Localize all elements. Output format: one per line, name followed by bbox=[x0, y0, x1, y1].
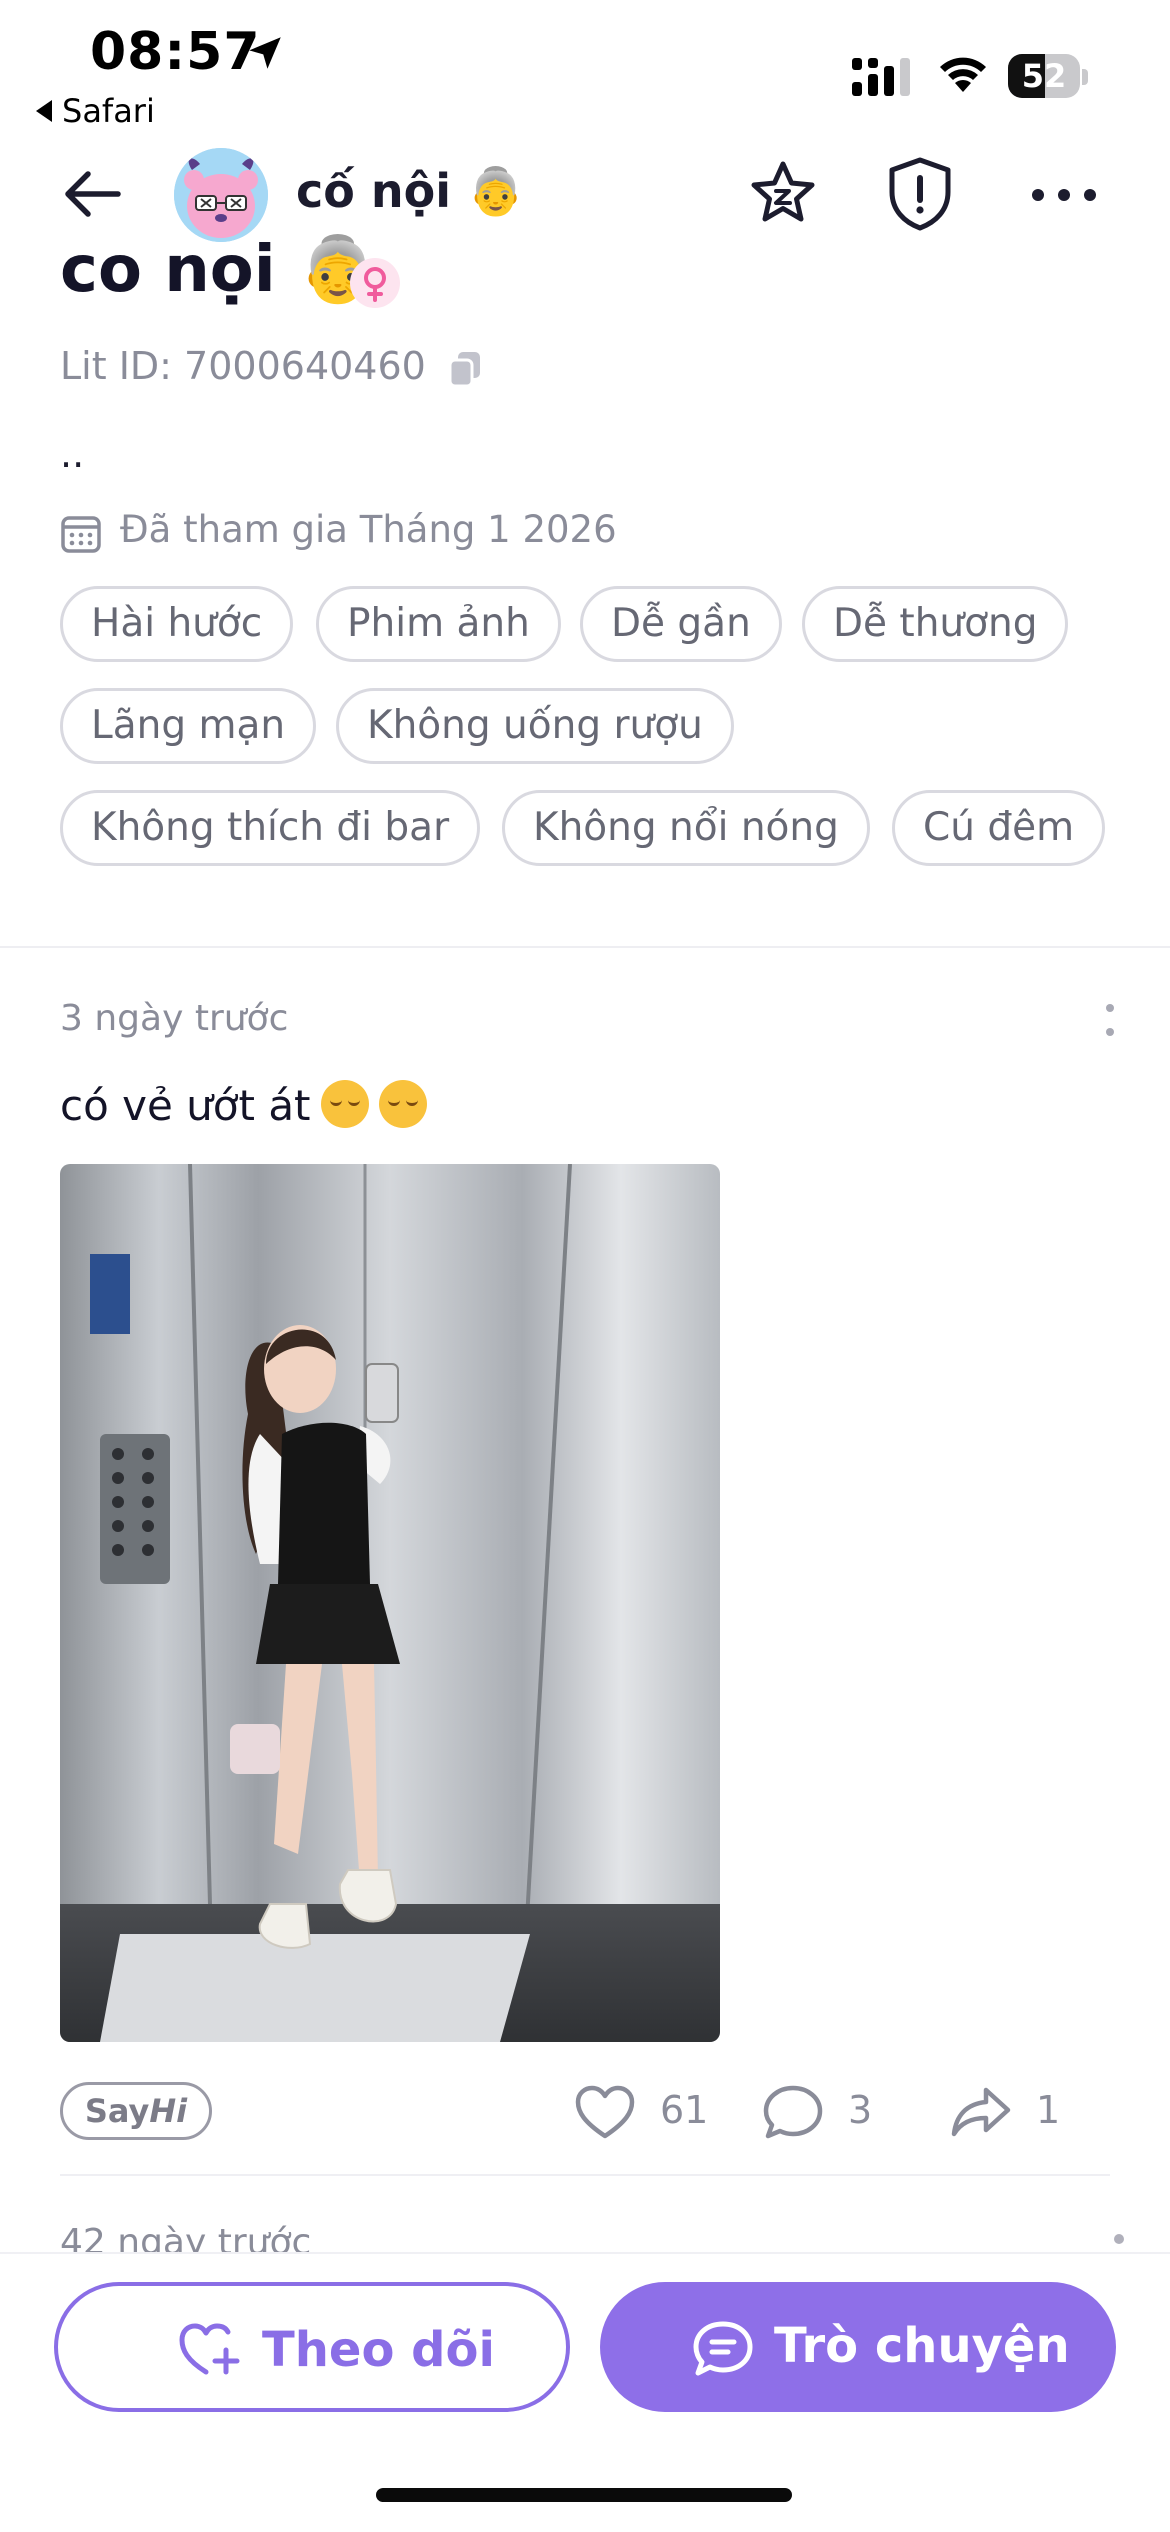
post-more-icon[interactable] bbox=[1100, 1000, 1120, 1040]
comment-button[interactable]: 3 bbox=[762, 2078, 882, 2144]
copy-icon[interactable] bbox=[448, 350, 482, 388]
say-hi-button[interactable]: SayHi bbox=[60, 2082, 212, 2140]
lit-id: Lit ID: 7000640460 bbox=[60, 344, 426, 388]
tag-chip: Cú đêm bbox=[892, 790, 1106, 866]
comment-bubble-icon bbox=[763, 2085, 823, 2139]
like-button[interactable]: 61 bbox=[574, 2078, 714, 2144]
favorite-star-icon[interactable] bbox=[746, 158, 820, 232]
home-indicator bbox=[376, 2488, 792, 2502]
back-app-label: Safari bbox=[62, 92, 155, 130]
relieved-face-icon bbox=[378, 1080, 427, 1128]
header-title: cố nội 👵 bbox=[296, 164, 525, 218]
post-divider bbox=[60, 2174, 1110, 2176]
share-button[interactable]: 1 bbox=[950, 2078, 1070, 2144]
post-timestamp: 3 ngày trước bbox=[60, 998, 289, 1039]
chat-bubble-icon bbox=[693, 2321, 753, 2376]
cellular-signal-icon bbox=[852, 58, 910, 96]
back-arrow-icon[interactable] bbox=[56, 158, 128, 230]
like-count: 61 bbox=[660, 2088, 709, 2132]
tag-chip: Không thích đi bar bbox=[60, 790, 481, 866]
tag-chip: Không nổi nóng bbox=[502, 790, 870, 866]
say-hi-hi: Hi bbox=[149, 2092, 188, 2130]
tag-chip: Dễ thương bbox=[802, 586, 1069, 662]
profile-name: co nọi 👵 bbox=[60, 233, 378, 307]
post-photo[interactable] bbox=[60, 1164, 720, 2042]
share-arrow-icon bbox=[951, 2087, 1011, 2137]
location-arrow-icon bbox=[249, 37, 281, 69]
tag-chip: Phim ảnh bbox=[316, 586, 561, 662]
back-to-safari[interactable]: Safari bbox=[36, 92, 155, 130]
back-triangle-icon bbox=[36, 100, 52, 122]
share-count: 1 bbox=[1036, 2088, 1061, 2132]
avatar[interactable] bbox=[174, 148, 268, 242]
female-gender-icon bbox=[350, 258, 400, 308]
tag-chip: Không uống rượu bbox=[336, 688, 734, 764]
post-caption: có vẻ ướt át bbox=[60, 1080, 427, 1130]
chat-label: Trò chuyện bbox=[774, 2318, 1070, 2374]
relieved-face-icon bbox=[320, 1080, 369, 1128]
tag-chip: Hài hước bbox=[60, 586, 294, 662]
follow-label: Theo dõi bbox=[262, 2322, 495, 2378]
profile-bio: .. bbox=[60, 432, 85, 476]
heart-plus-icon bbox=[179, 2323, 240, 2375]
wifi-icon bbox=[940, 57, 986, 92]
heart-icon bbox=[575, 2085, 635, 2139]
tag-chip: Dễ gần bbox=[580, 586, 782, 662]
status-bar: 08:57 Safari 52 bbox=[0, 0, 1170, 140]
pink-bear-avatar-icon bbox=[174, 148, 268, 242]
section-divider bbox=[0, 946, 1170, 948]
report-shield-icon[interactable] bbox=[882, 154, 958, 234]
follow-button[interactable]: Theo dõi bbox=[54, 2282, 570, 2412]
status-time: 08:57 bbox=[90, 22, 261, 82]
comment-count: 3 bbox=[848, 2088, 873, 2132]
battery-level-text: 52 bbox=[1021, 57, 1067, 95]
tag-chip: Lãng mạn bbox=[60, 688, 317, 764]
battery-indicator: 52 bbox=[1008, 54, 1088, 100]
calendar-icon bbox=[61, 516, 101, 553]
joined-date: Đã tham gia Tháng 1 2026 bbox=[120, 508, 617, 551]
more-options-icon[interactable] bbox=[1024, 162, 1104, 228]
post-caption-text: có vẻ ướt át bbox=[60, 1081, 311, 1130]
say-hi-say: Say bbox=[84, 2092, 150, 2130]
next-post-more-icon[interactable] bbox=[1114, 2234, 1124, 2244]
chat-button[interactable]: Trò chuyện bbox=[600, 2282, 1116, 2412]
